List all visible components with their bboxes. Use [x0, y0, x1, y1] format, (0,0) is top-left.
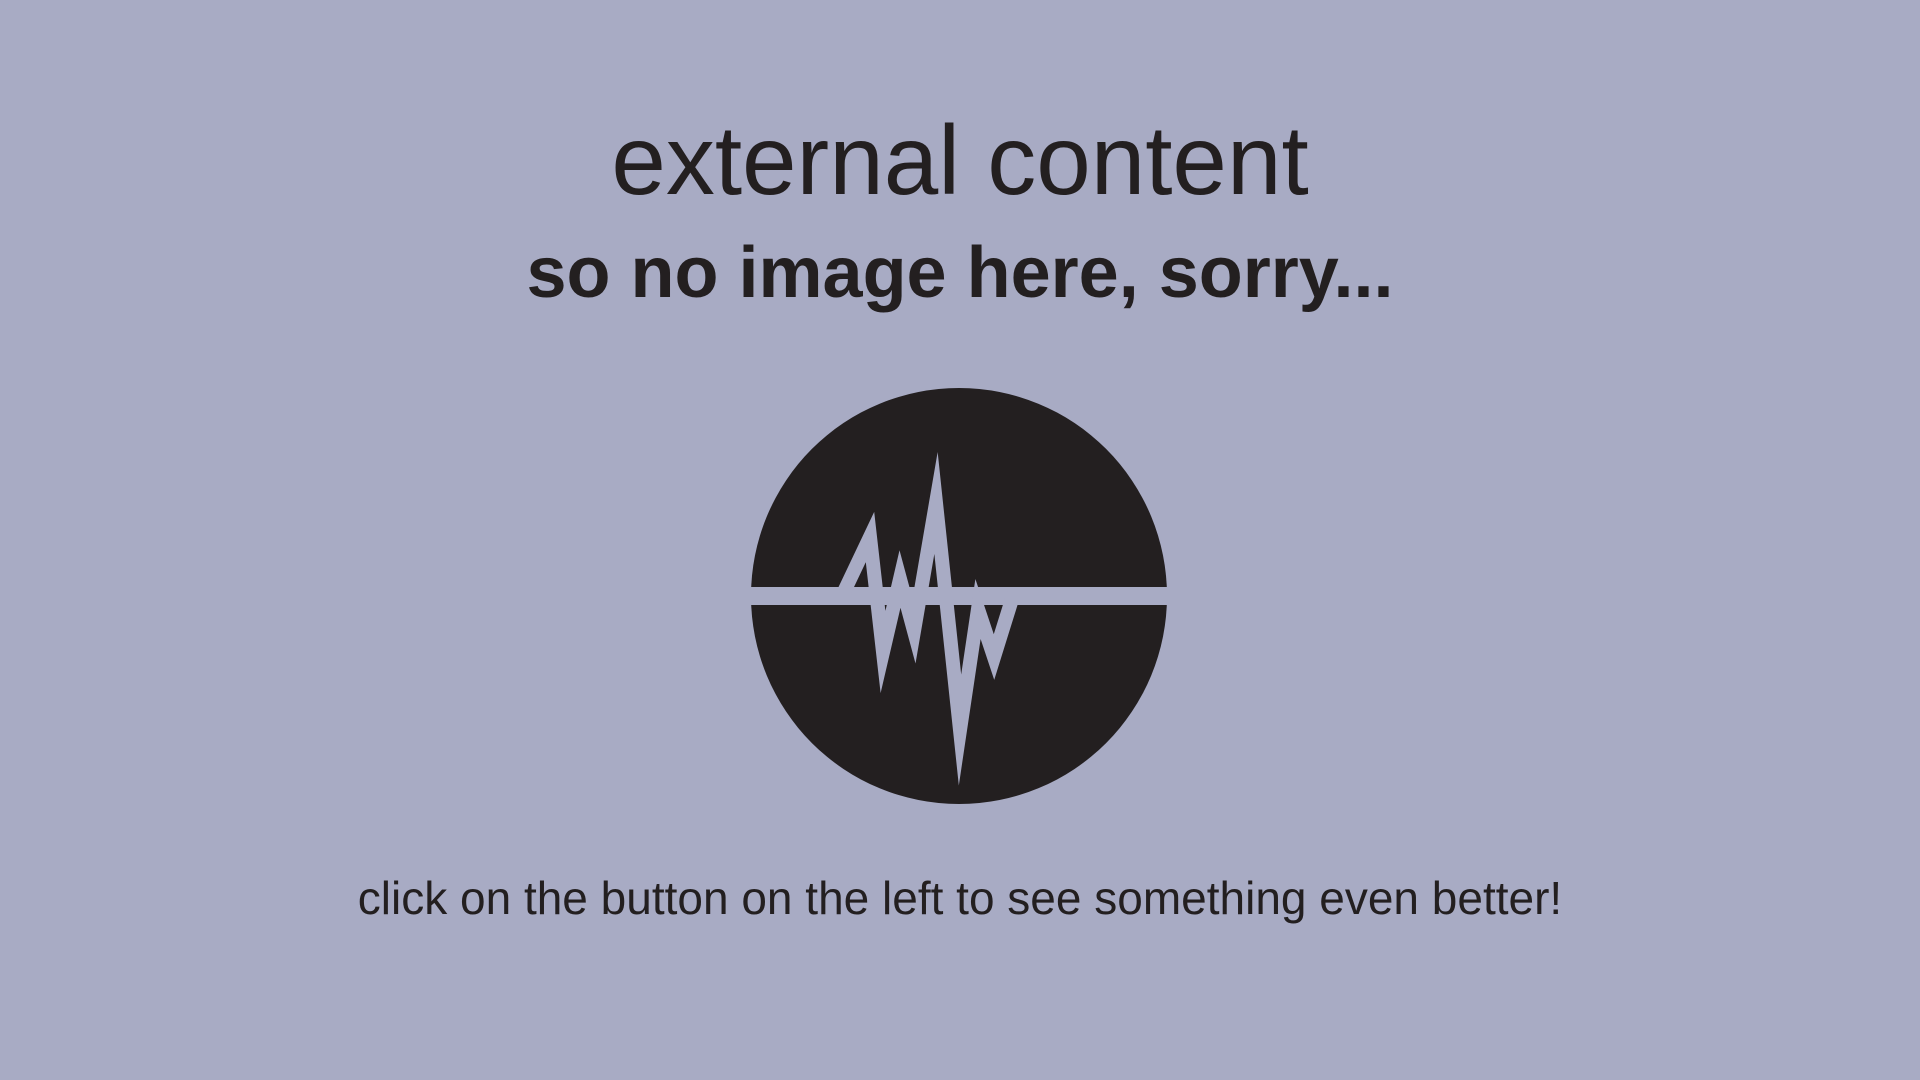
placeholder-subtitle: so no image here, sorry...	[526, 233, 1394, 313]
audio-waveform-icon	[750, 387, 1168, 805]
external-content-placeholder: external content so no image here, sorry…	[0, 0, 1920, 1080]
placeholder-hint: click on the button on the left to see s…	[357, 872, 1563, 924]
placeholder-title: external content	[611, 105, 1309, 215]
